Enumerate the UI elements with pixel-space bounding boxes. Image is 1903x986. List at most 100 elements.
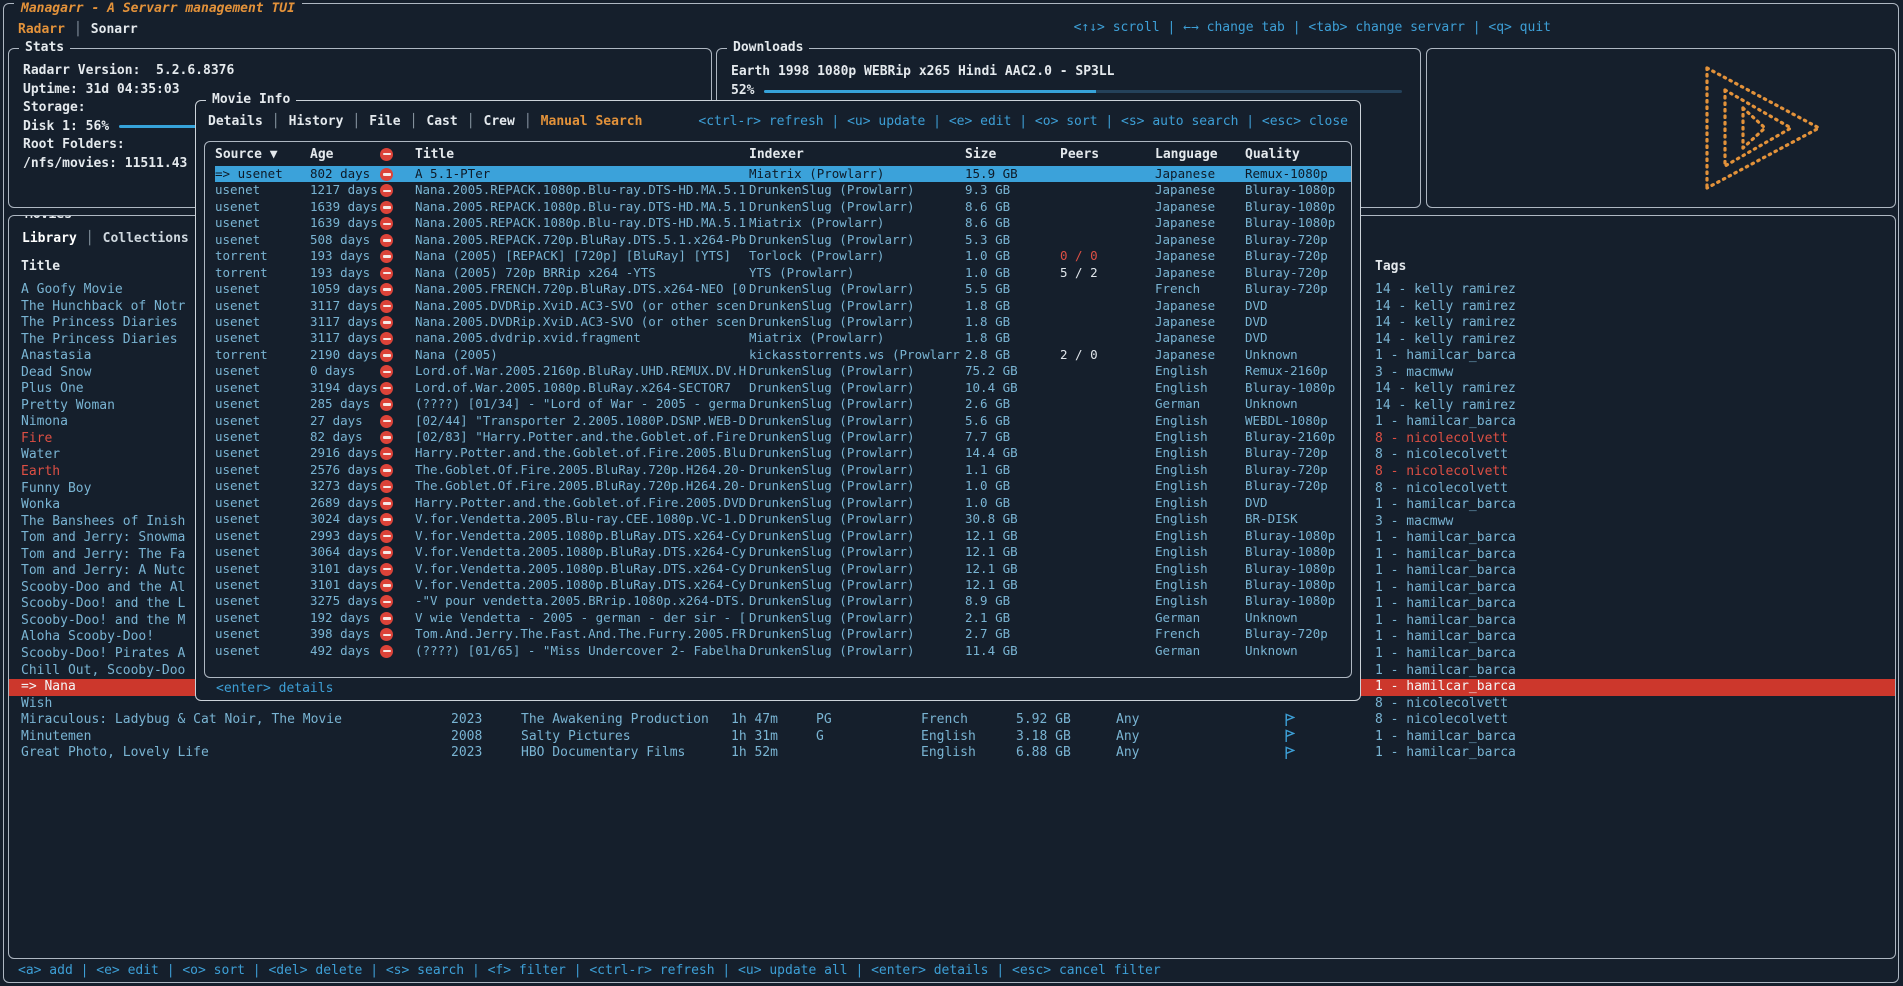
search-result-row[interactable]: usenet27 days[02/44] "Transporter 2.2005… <box>215 413 1351 429</box>
result-reject-cell <box>380 298 415 314</box>
result-size-cell: 2.8 GB <box>965 347 1060 363</box>
result-peers-cell <box>1060 577 1155 593</box>
result-indexer-cell: DrunkenSlug (Prowlarr) <box>749 643 965 659</box>
tab-crew[interactable]: Crew <box>484 114 515 129</box>
movies-panel-title: Movies <box>19 215 78 223</box>
result-indexer-cell: DrunkenSlug (Prowlarr) <box>749 182 965 198</box>
result-indexer-cell: DrunkenSlug (Prowlarr) <box>749 462 965 478</box>
search-result-row[interactable]: usenet3101 daysV.for.Vendetta.2005.1080p… <box>215 561 1351 577</box>
result-size-cell: 1.0 GB <box>965 248 1060 264</box>
result-source-cell: usenet <box>215 478 310 494</box>
search-result-row[interactable]: torrent2190 daysNana (2005)kickasstorren… <box>215 347 1351 363</box>
search-result-row[interactable]: torrent193 daysNana (2005) 720p BRRip x2… <box>215 265 1351 281</box>
search-result-row[interactable]: usenet285 days(????) [01/34] - "Lord of … <box>215 396 1351 412</box>
result-peers-cell <box>1060 478 1155 494</box>
no-entry-icon <box>380 645 393 658</box>
result-age-cell: 492 days <box>310 643 380 659</box>
movie-quality-cell: Any <box>1116 729 1284 746</box>
result-reject-cell <box>380 330 415 346</box>
result-size-cell: 9.3 GB <box>965 182 1060 198</box>
search-result-row[interactable]: torrent193 daysNana (2005) [REPACK] [720… <box>215 248 1351 264</box>
result-peers-cell <box>1060 182 1155 198</box>
result-quality-cell: Bluray-720p <box>1245 248 1351 264</box>
search-result-row[interactable]: usenet3024 daysV.for.Vendetta.2005.Blu-r… <box>215 511 1351 527</box>
search-result-row[interactable]: usenet0 daysLord.of.War.2005.2160p.BluRa… <box>215 363 1351 379</box>
search-result-row[interactable]: usenet2993 daysV.for.Vendetta.2005.1080p… <box>215 528 1351 544</box>
result-source-cell: usenet <box>215 314 310 330</box>
result-indexer-cell: DrunkenSlug (Prowlarr) <box>749 626 965 642</box>
monitored-flag-icon <box>1284 745 1375 762</box>
movie-tag-cell: 8 - nicolecolvett <box>1375 696 1895 713</box>
search-result-row[interactable]: usenet492 days(????) [01/65] - "Miss Und… <box>215 643 1351 659</box>
tab-cast[interactable]: Cast <box>426 114 457 129</box>
size-column-header[interactable]: Size <box>965 147 1060 162</box>
tab-details[interactable]: Details <box>208 114 263 129</box>
movie-runtime-cell: 1h 52m <box>731 745 816 762</box>
search-result-row[interactable]: usenet3064 daysV.for.Vendetta.2005.1080p… <box>215 544 1351 560</box>
result-title-cell: nana.2005.dvdrip.xvid.fragment <box>415 330 749 346</box>
search-result-row[interactable]: usenet1217 daysNana.2005.REPACK.1080p.Bl… <box>215 182 1351 198</box>
result-title-cell: Nana.2005.REPACK.1080p.Blu-ray.DTS-HD.MA… <box>415 215 749 231</box>
indexer-column-header[interactable]: Indexer <box>749 147 965 162</box>
search-result-row[interactable]: usenet3117 daysNana.2005.DVDRip.XviD.AC3… <box>215 298 1351 314</box>
tab-sonarr[interactable]: Sonarr <box>91 22 138 37</box>
search-result-row[interactable]: usenet2916 daysHarry.Potter.and.the.Gobl… <box>215 445 1351 461</box>
search-result-row[interactable]: usenet3101 daysV.for.Vendetta.2005.1080p… <box>215 577 1351 593</box>
result-title-cell: Harry.Potter.and.the.Goblet.of.Fire.2005… <box>415 445 749 461</box>
search-result-row[interactable]: usenet3275 days-"V pour vendetta.2005.BR… <box>215 593 1351 609</box>
search-result-row[interactable]: usenet192 daysV wie Vendetta - 2005 - ge… <box>215 610 1351 626</box>
tab-divider: │ <box>410 114 418 129</box>
language-column-header[interactable]: Language <box>1155 147 1245 162</box>
movie-tag-cell: 1 - hamilcar_barca <box>1375 729 1895 746</box>
peers-column-header[interactable]: Peers <box>1060 147 1155 162</box>
result-peers-cell <box>1060 429 1155 445</box>
movie-tag-cell: 1 - hamilcar_barca <box>1375 596 1895 613</box>
tab-collections[interactable]: Collections <box>103 231 189 246</box>
reject-column-header[interactable] <box>380 146 415 163</box>
no-entry-icon <box>380 628 393 641</box>
search-result-row[interactable]: usenet1639 daysNana.2005.REPACK.1080p.Bl… <box>215 215 1351 231</box>
result-peers-cell <box>1060 232 1155 248</box>
result-age-cell: 2689 days <box>310 495 380 511</box>
result-quality-cell: Bluray-1080p <box>1245 544 1351 560</box>
result-peers-cell <box>1060 281 1155 297</box>
result-reject-cell <box>380 643 415 659</box>
result-age-cell: 3275 days <box>310 593 380 609</box>
movie-tag-cell: 1 - hamilcar_barca <box>1375 414 1895 431</box>
result-language-cell: German <box>1155 610 1245 626</box>
tab-library[interactable]: Library <box>22 231 77 246</box>
quality-column-header[interactable]: Quality <box>1245 147 1351 162</box>
result-title-cell: Nana.2005.REPACK.1080p.Blu-ray.DTS-HD.MA… <box>415 182 749 198</box>
search-result-row[interactable]: usenet2689 daysHarry.Potter.and.the.Gobl… <box>215 495 1351 511</box>
tab-history[interactable]: History <box>289 114 344 129</box>
movie-row[interactable]: Great Photo, Lovely Life2023HBO Document… <box>9 745 1895 762</box>
search-result-row[interactable]: usenet3117 daysNana.2005.DVDRip.XviD.AC3… <box>215 314 1351 330</box>
result-peers-cell <box>1060 330 1155 346</box>
result-age-cell: 3117 days <box>310 298 380 314</box>
search-result-row[interactable]: usenet1059 daysNana.2005.FRENCH.720p.Blu… <box>215 281 1351 297</box>
search-result-row[interactable]: => usenet802 daysA 5.1-PTerMiatrix (Prow… <box>215 166 1351 182</box>
search-result-row[interactable]: usenet508 daysNana.2005.REPACK.720p.BluR… <box>215 232 1351 248</box>
title-column-header[interactable]: Title <box>415 147 749 162</box>
no-entry-icon <box>380 349 393 362</box>
tab-radarr[interactable]: Radarr <box>18 22 65 37</box>
search-result-row[interactable]: usenet2576 daysThe.Goblet.Of.Fire.2005.B… <box>215 462 1351 478</box>
source-column-header[interactable]: Source ▼ <box>215 147 310 162</box>
tab-file[interactable]: File <box>369 114 400 129</box>
movie-row[interactable]: Minutemen2008Salty Pictures1h 31mGEnglis… <box>9 729 1895 746</box>
search-result-row[interactable]: usenet82 days[02/83] "Harry.Potter.and.t… <box>215 429 1351 445</box>
tab-manual-search[interactable]: Manual Search <box>541 114 643 129</box>
movies-tags-header[interactable]: Tags <box>1375 259 1895 274</box>
result-age-cell: 2576 days <box>310 462 380 478</box>
movie-tag-cell: 8 - nicolecolvett <box>1375 431 1895 448</box>
search-result-row[interactable]: usenet3194 daysLord.of.War.2005.1080p.Bl… <box>215 380 1351 396</box>
search-result-row[interactable]: usenet3273 daysThe.Goblet.Of.Fire.2005.B… <box>215 478 1351 494</box>
result-quality-cell: DVD <box>1245 314 1351 330</box>
result-size-cell: 15.9 GB <box>965 166 1060 182</box>
movie-row[interactable]: Miraculous: Ladybug & Cat Noir, The Movi… <box>9 712 1895 729</box>
download-item-title: Earth 1998 1080p WEBRip x265 Hindi AAC2.… <box>731 62 1406 82</box>
search-result-row[interactable]: usenet3117 daysnana.2005.dvdrip.xvid.fra… <box>215 330 1351 346</box>
age-column-header[interactable]: Age <box>310 147 380 162</box>
search-result-row[interactable]: usenet398 daysTom.And.Jerry.The.Fast.And… <box>215 626 1351 642</box>
search-result-row[interactable]: usenet1639 daysNana.2005.REPACK.1080p.Bl… <box>215 199 1351 215</box>
